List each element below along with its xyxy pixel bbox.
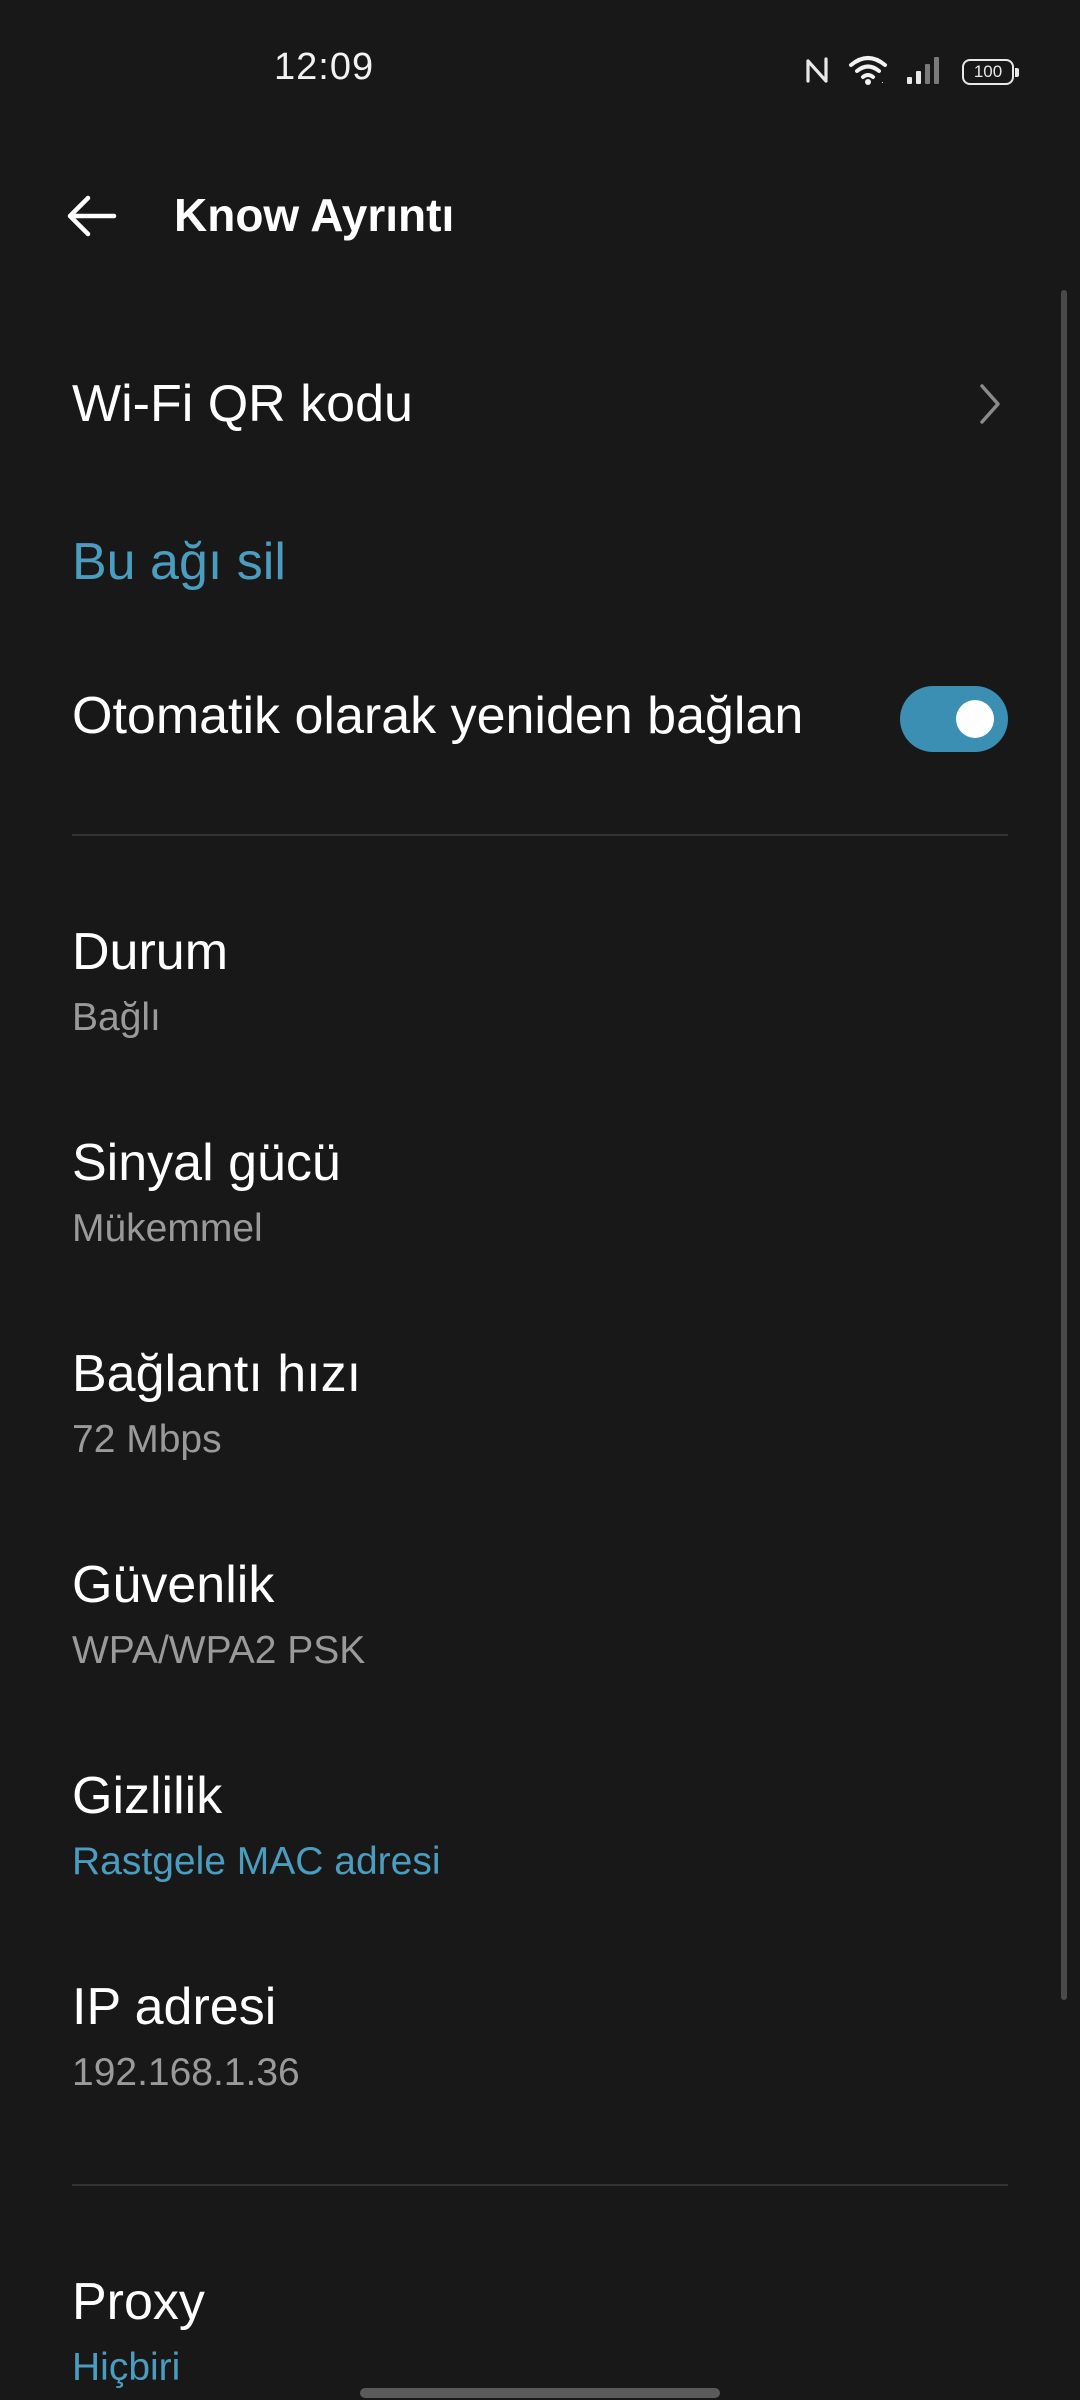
link-speed-label: Bağlantı hızı — [72, 1345, 362, 1403]
link-speed-value: 72 Mbps — [72, 1418, 222, 1461]
privacy-value: Rastgele MAC adresi — [72, 1840, 441, 1883]
status-time: 12:09 — [274, 46, 375, 88]
wifi-qr-row[interactable]: Wi-Fi QR kodu — [72, 372, 1008, 436]
status-label: Durum — [72, 923, 229, 981]
home-indicator[interactable] — [360, 2388, 720, 2398]
signal-icon — [906, 55, 944, 90]
toggle-knob — [956, 700, 994, 738]
svg-text:·: · — [881, 77, 884, 86]
proxy-value: Hiçbiri — [72, 2346, 181, 2389]
status-bar: 12:09 · 100 — [0, 0, 1080, 140]
security-label: Güvenlik — [72, 1556, 275, 1614]
status-row: Durum Bağlı — [72, 920, 1008, 1044]
wifi-qr-label: Wi-Fi QR kodu — [72, 375, 413, 433]
wifi-icon: · — [848, 54, 888, 91]
privacy-row[interactable]: Gizlilik Rastgele MAC adresi — [72, 1764, 1008, 1888]
app-bar: Know Ayrıntı — [0, 160, 1080, 270]
back-arrow-icon[interactable] — [60, 184, 124, 248]
forget-network-row[interactable]: Bu ağı sil — [72, 530, 1008, 594]
nfc-icon — [804, 55, 830, 90]
status-icons: · 100 — [804, 52, 1019, 92]
forget-network-button[interactable]: Bu ağı sil — [72, 530, 1008, 594]
signal-strength-value: Mükemmel — [72, 1207, 263, 1250]
security-row: Güvenlik WPA/WPA2 PSK — [72, 1553, 1008, 1677]
privacy-label: Gizlilik — [72, 1767, 223, 1825]
ip-address-value: 192.168.1.36 — [72, 2051, 300, 2094]
signal-strength-row: Sinyal gücü Mükemmel — [72, 1131, 1008, 1255]
link-speed-row: Bağlantı hızı 72 Mbps — [72, 1342, 1008, 1466]
signal-strength-label: Sinyal gücü — [72, 1134, 341, 1192]
auto-reconnect-label: Otomatik olarak yeniden bağlan — [72, 687, 804, 745]
chevron-right-icon — [968, 378, 1008, 430]
status-value: Bağlı — [72, 996, 161, 1039]
ip-address-label: IP adresi — [72, 1978, 277, 2036]
divider — [72, 834, 1008, 836]
ip-address-row: IP adresi 192.168.1.36 — [72, 1975, 1008, 2099]
divider — [72, 2184, 1008, 2186]
auto-reconnect-toggle[interactable] — [900, 686, 1008, 752]
auto-reconnect-row[interactable]: Otomatik olarak yeniden bağlan — [72, 684, 1008, 752]
battery-icon: 100 — [962, 59, 1019, 85]
proxy-label: Proxy — [72, 2273, 205, 2331]
security-value: WPA/WPA2 PSK — [72, 1629, 366, 1672]
page-title: Know Ayrıntı — [174, 189, 455, 241]
proxy-row[interactable]: Proxy Hiçbiri — [72, 2270, 1008, 2394]
scrollbar[interactable] — [1061, 290, 1067, 2000]
